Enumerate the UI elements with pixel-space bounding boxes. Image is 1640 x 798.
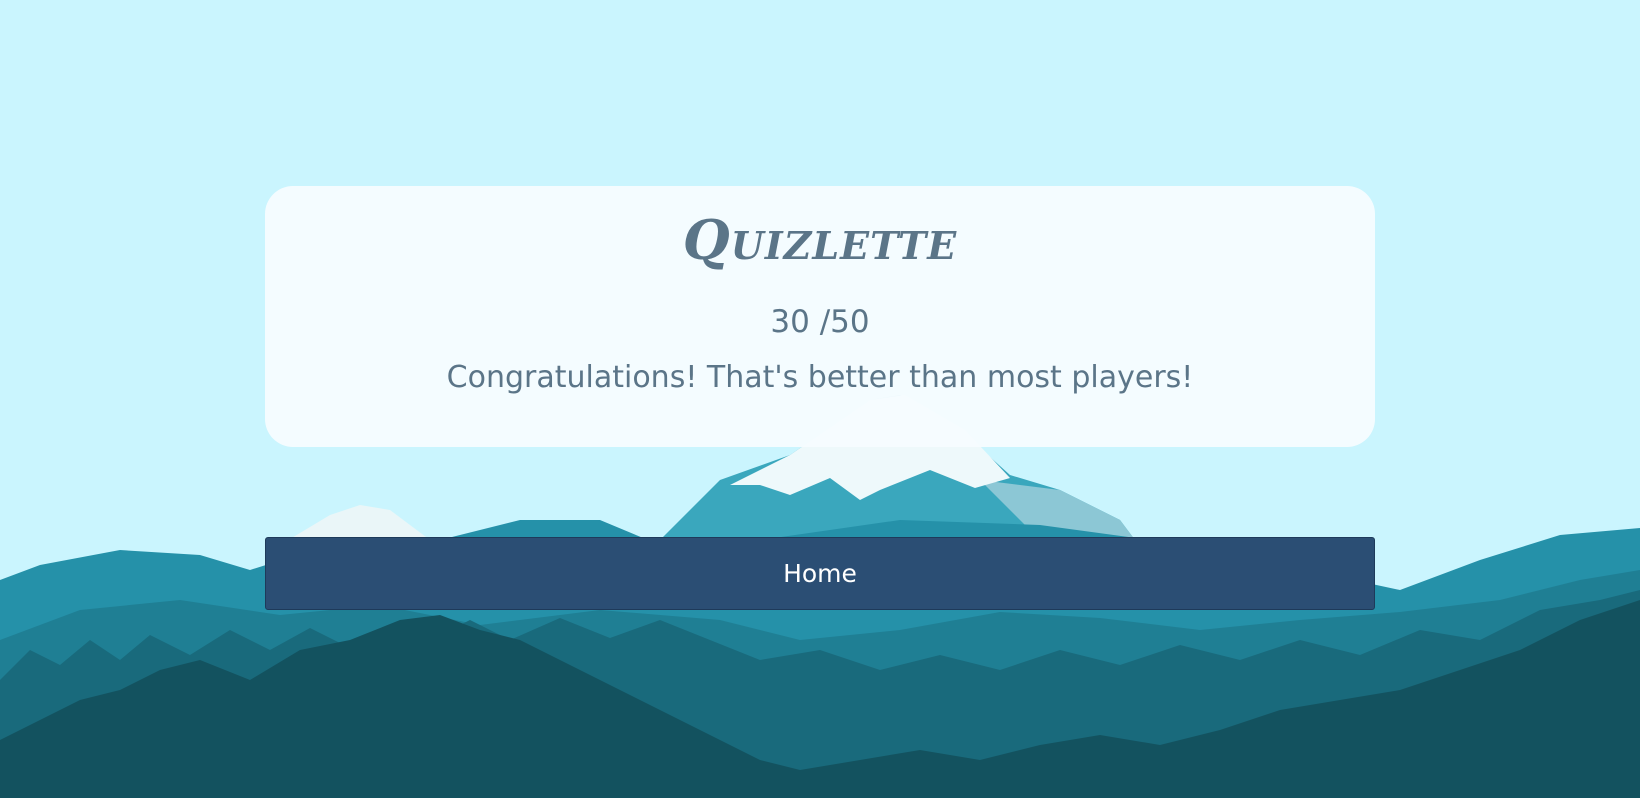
result-message: Congratulations! That's better than most… — [446, 360, 1194, 395]
results-card: Quizlette 30 /50 Congratulations! That's… — [265, 186, 1375, 447]
score-display: 30 /50 — [770, 304, 870, 340]
home-button[interactable]: Home — [265, 537, 1375, 610]
results-screen: Quizlette 30 /50 Congratulations! That's… — [0, 0, 1640, 798]
app-logo: Quizlette — [682, 208, 958, 272]
